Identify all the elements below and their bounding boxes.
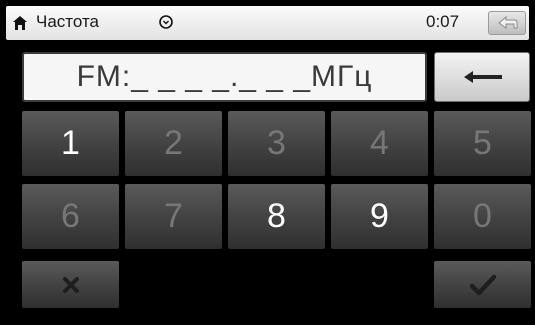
frequency-display: FM:_ _ _ _._ _ _МГц xyxy=(22,52,427,102)
backspace-arrow-icon xyxy=(464,71,502,83)
status-bar: Частота 0:07 xyxy=(6,6,529,40)
digit-key-6[interactable]: 6 xyxy=(22,184,119,249)
digit-key-4[interactable]: 4 xyxy=(331,111,428,176)
digit-key-2[interactable]: 2 xyxy=(125,111,222,176)
clock-time: 0:07 xyxy=(426,12,460,31)
checkmark-icon xyxy=(469,274,496,295)
confirm-button[interactable] xyxy=(434,261,531,308)
back-arrow-icon xyxy=(498,16,518,29)
digit-key-0[interactable]: 0 xyxy=(434,184,531,249)
x-icon xyxy=(62,276,79,293)
back-button[interactable] xyxy=(488,11,526,35)
digit-key-8[interactable]: 8 xyxy=(228,184,325,249)
digit-key-5[interactable]: 5 xyxy=(434,111,531,176)
digit-key-3[interactable]: 3 xyxy=(228,111,325,176)
home-icon[interactable] xyxy=(12,15,28,31)
digit-key-1[interactable]: 1 xyxy=(22,111,119,176)
screen-title: Частота xyxy=(36,12,100,31)
backspace-button[interactable] xyxy=(434,52,530,102)
clear-button[interactable] xyxy=(22,261,119,308)
clock-icon xyxy=(159,15,173,29)
digit-key-9[interactable]: 9 xyxy=(331,184,428,249)
digit-key-7[interactable]: 7 xyxy=(125,184,222,249)
